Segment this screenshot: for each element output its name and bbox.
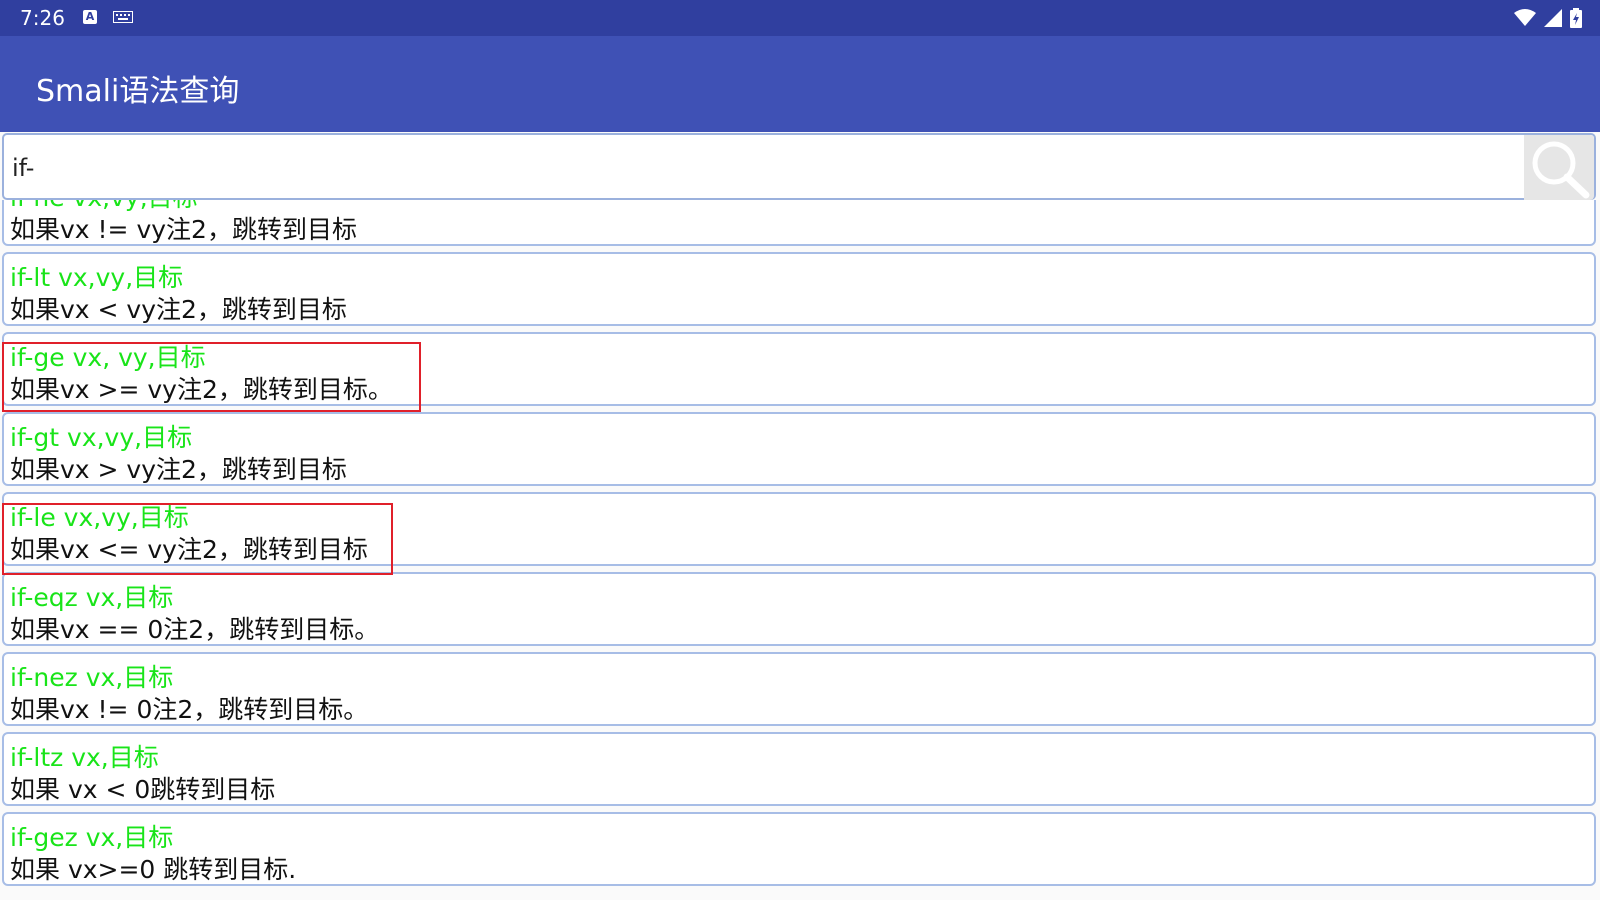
keyboard-icon [113,11,133,23]
list-item[interactable]: if-ge vx, vy,目标 如果vx >= vy注2，跳转到目标。 [2,332,1596,406]
signal-icon [1544,9,1562,27]
search-box [2,133,1596,200]
list-item[interactable]: if-eqz vx,目标 如果vx == 0注2，跳转到目标。 [2,572,1596,646]
list-item[interactable]: if-nez vx,目标 如果vx != 0注2，跳转到目标。 [2,652,1596,726]
list-item[interactable]: if-lt vx,vy,目标 如果vx < vy注2，跳转到目标 [2,252,1596,326]
item-title: if-ge vx, vy,目标 [10,343,206,372]
item-title: if-ltz vx,目标 [10,743,159,772]
list-item[interactable]: if-ltz vx,目标 如果 vx < 0跳转到目标 [2,732,1596,806]
item-desc: 如果vx != 0注2，跳转到目标。 [10,695,369,724]
item-title: if-gez vx,目标 [10,823,174,852]
results-list[interactable]: if-ne vx,vy,目标 如果vx != vy注2，跳转到目标 if-lt … [0,200,1600,900]
app-bar: Smali语法查询 [0,36,1600,132]
item-title: if-lt vx,vy,目标 [10,263,184,292]
item-title: if-eqz vx,目标 [10,583,174,612]
item-title: if-le vx,vy,目标 [10,503,189,532]
a-icon: A [83,10,97,24]
item-desc: 如果vx > vy注2，跳转到目标 [10,455,347,484]
search-icon [1532,141,1590,199]
item-desc: 如果vx != vy注2，跳转到目标 [10,215,357,244]
battery-icon [1570,8,1582,28]
item-desc: 如果vx >= vy注2，跳转到目标。 [10,375,393,404]
app-title: Smali语法查询 [36,74,240,109]
item-desc: 如果vx == 0注2，跳转到目标。 [10,615,380,644]
item-desc: 如果vx <= vy注2，跳转到目标 [10,535,368,564]
list-item[interactable]: if-le vx,vy,目标 如果vx <= vy注2，跳转到目标 [2,492,1596,566]
wifi-icon [1514,9,1536,26]
item-desc: 如果 vx>=0 跳转到目标. [10,855,297,884]
list-item[interactable]: if-ne vx,vy,目标 如果vx != vy注2，跳转到目标 [2,200,1596,246]
item-title: if-nez vx,目标 [10,663,174,692]
item-desc: 如果 vx < 0跳转到目标 [10,775,276,804]
list-item[interactable]: if-gez vx,目标 如果 vx>=0 跳转到目标. [2,812,1596,886]
item-title: if-gt vx,vy,目标 [10,423,193,452]
status-time: 7:26 [20,6,65,30]
status-bar: 7:26 A [0,0,1600,36]
search-input[interactable] [10,145,1494,191]
search-button[interactable] [1524,135,1594,200]
list-item[interactable]: if-gt vx,vy,目标 如果vx > vy注2，跳转到目标 [2,412,1596,486]
item-desc: 如果vx < vy注2，跳转到目标 [10,295,347,324]
